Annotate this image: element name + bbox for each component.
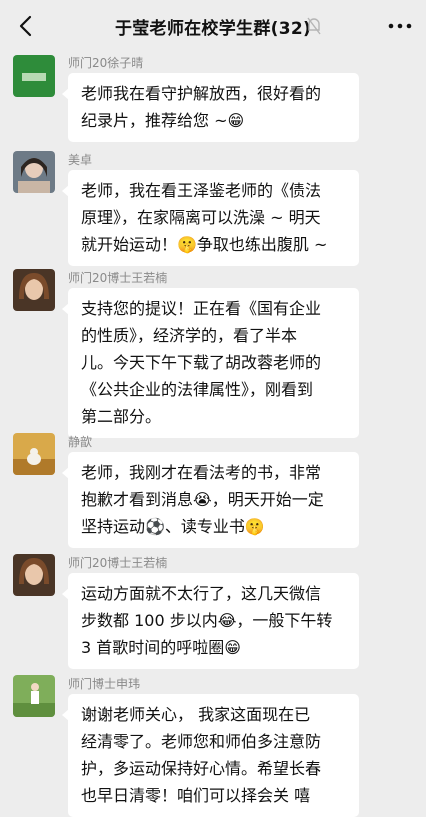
message-line: 儿。今天下午下载了胡改蓉老师的: [81, 353, 322, 372]
message-line: 也早日清零！咱们可以择会关 嘻: [81, 786, 311, 805]
bell-off-icon: [307, 17, 321, 35]
message-bubble[interactable]: 支持您的提议！正在看《国有企业 的性质》，经济学的，看了半本 儿。今天下午下载了…: [62, 288, 359, 438]
message-line: 老师，我刚才在看法考的书，非常: [81, 463, 322, 482]
message-bubble[interactable]: 运动方面就不太行了，这几天微信 步数都 100 步以内😂，一般下午转 3 首歌时…: [62, 573, 359, 669]
message-line: 原理》，在家隔离可以洗澡 ~ 明天: [81, 208, 321, 227]
avatar[interactable]: [13, 151, 55, 193]
message-line: 3 首歌时间的呼啦圈😁: [81, 638, 241, 657]
message-line: 老师，我在看王泽鉴老师的《债法: [81, 181, 322, 200]
message-line: 抱歉才看到消息😭，明天开始一定: [81, 490, 324, 509]
message-line: 就开始运动！🤫争取也练出腹肌 ~: [81, 235, 328, 254]
message-line: 老师我在看守护解放西，很好看的: [81, 84, 322, 103]
message-line: 第二部分。: [81, 407, 162, 426]
message-line: 的性质》，经济学的，看了半本: [81, 326, 298, 345]
message-bubble[interactable]: 谢谢老师关心， 我家这面现在已 经清零了。老师您和师伯多注意防 护，多运动保持好…: [62, 694, 359, 817]
sender-name: 师门20徐子晴: [68, 56, 144, 70]
sender-name: 师门20博士王若楠: [68, 271, 168, 285]
message-line: 支持您的提议！正在看《国有企业: [81, 299, 322, 318]
chat-header: 于莹老师在校学生群(32): [0, 0, 426, 52]
message-bubble[interactable]: 老师，我刚才在看法考的书，非常 抱歉才看到消息😭，明天开始一定 坚持运动⚽、读专…: [62, 452, 359, 548]
message-line: 纪录片，推荐给您 ~😁: [81, 111, 245, 130]
message-line: 运动方面就不太行了，这几天微信: [81, 584, 322, 603]
avatar[interactable]: [13, 55, 55, 97]
message-bubble[interactable]: 老师，我在看王泽鉴老师的《债法 原理》，在家隔离可以洗澡 ~ 明天 就开始运动！…: [62, 170, 359, 266]
sender-name: 师门20博士王若楠: [68, 556, 168, 570]
sender-name: 静歆: [68, 435, 93, 449]
sender-name: 师门博士申玮: [68, 677, 141, 691]
more-dots-icon[interactable]: [388, 22, 412, 30]
avatar[interactable]: [13, 554, 55, 596]
avatar[interactable]: [13, 433, 55, 475]
message-line: 步数都 100 步以内😂，一般下午转: [81, 611, 333, 630]
message-line: 护，多运动保持好心情。希望长春: [81, 759, 322, 778]
sender-name: 美卓: [68, 153, 93, 167]
message-line: 坚持运动⚽、读专业书🤫: [81, 517, 265, 536]
message-bubble[interactable]: 老师我在看守护解放西，很好看的 纪录片，推荐给您 ~😁: [62, 73, 359, 142]
avatar[interactable]: [13, 675, 55, 717]
avatar[interactable]: [13, 269, 55, 311]
message-line: 经清零了。老师您和师伯多注意防: [81, 732, 322, 751]
message-line: 谢谢老师关心， 我家这面现在已: [81, 705, 311, 724]
chat-title: 于莹老师在校学生群(32): [114, 19, 312, 39]
message-line: 《公共企业的法律属性》，刚看到: [81, 380, 314, 399]
